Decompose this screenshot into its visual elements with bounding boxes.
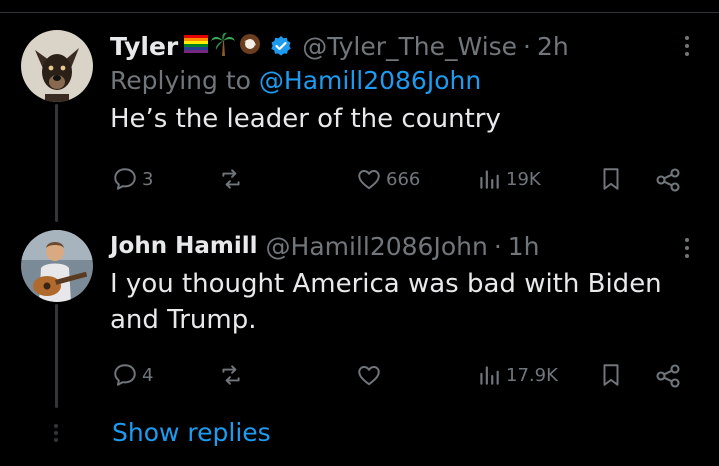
display-name[interactable]: John Hamill (110, 233, 258, 259)
avatar[interactable] (21, 30, 93, 102)
bookmark-button[interactable] (598, 362, 624, 388)
display-name[interactable]: Tyler (110, 32, 178, 61)
replying-to: Replying to @Hamill2086John (110, 66, 719, 95)
bookmark-icon (598, 362, 624, 388)
palm-tree-icon (210, 31, 236, 61)
tweet-text: He’s the leader of the country (110, 104, 501, 134)
like-button[interactable]: 666 (356, 166, 420, 192)
tweet[interactable]: Tyler @Tyler_The_Wise · 2h Replying to @… (110, 30, 719, 137)
handle[interactable]: @Tyler_The_Wise (302, 32, 517, 61)
tweet-text-line-1: I you thought America was bad with Biden (110, 269, 662, 299)
tweet-actions: 3 666 19K (0, 166, 719, 200)
repost-icon (218, 362, 244, 388)
share-icon (654, 362, 682, 390)
reply-count: 4 (142, 364, 154, 386)
separator: · (523, 31, 531, 61)
reply-button[interactable]: 3 (112, 166, 153, 192)
tweet-actions: 4 17.9K (0, 362, 719, 396)
tweet-header: John Hamill @Hamill2086John · 1h (110, 230, 719, 262)
bookmark-icon (598, 166, 624, 192)
more-icon[interactable] (685, 36, 689, 56)
reply-button[interactable]: 4 (112, 362, 153, 388)
tweet-text-line-2: and Trump. (110, 305, 257, 335)
show-replies-link[interactable]: Show replies (112, 418, 271, 447)
coconut-icon (238, 32, 262, 60)
thread-dots (54, 424, 58, 442)
views-count: 17.9K (506, 364, 558, 386)
timestamp[interactable]: 1h (508, 232, 540, 261)
handle[interactable]: @Hamill2086John (266, 232, 488, 261)
like-count: 666 (386, 168, 421, 190)
separator: · (493, 231, 502, 261)
tweet[interactable]: John Hamill @Hamill2086John · 1h I you t… (110, 230, 719, 338)
repost-button[interactable] (218, 166, 248, 192)
share-icon (654, 166, 682, 194)
reply-icon (112, 166, 138, 192)
replying-prefix: Replying to (110, 66, 251, 95)
tweet-header: Tyler @Tyler_The_Wise · 2h (110, 30, 719, 62)
reply-icon (112, 362, 138, 388)
like-button[interactable] (356, 362, 386, 388)
timestamp[interactable]: 2h (537, 32, 569, 61)
reply-count: 3 (142, 168, 154, 190)
views-icon (476, 166, 502, 192)
views-button[interactable]: 17.9K (476, 362, 558, 388)
like-icon (356, 166, 382, 192)
share-button[interactable] (654, 362, 682, 390)
like-icon (356, 362, 382, 388)
name-emojis (184, 31, 262, 61)
share-button[interactable] (654, 166, 682, 194)
repost-icon (218, 166, 244, 192)
views-count: 19K (506, 168, 541, 190)
thread-line (55, 104, 58, 222)
more-icon[interactable] (685, 238, 689, 258)
verified-badge-icon (270, 35, 292, 57)
top-divider (0, 12, 719, 13)
avatar[interactable] (21, 230, 93, 302)
rainbow-flag-icon (184, 35, 209, 57)
replying-to-mention[interactable]: @Hamill2086John (259, 66, 481, 95)
bookmark-button[interactable] (598, 166, 624, 192)
views-icon (476, 362, 502, 388)
repost-button[interactable] (218, 362, 248, 388)
views-button[interactable]: 19K (476, 166, 541, 192)
